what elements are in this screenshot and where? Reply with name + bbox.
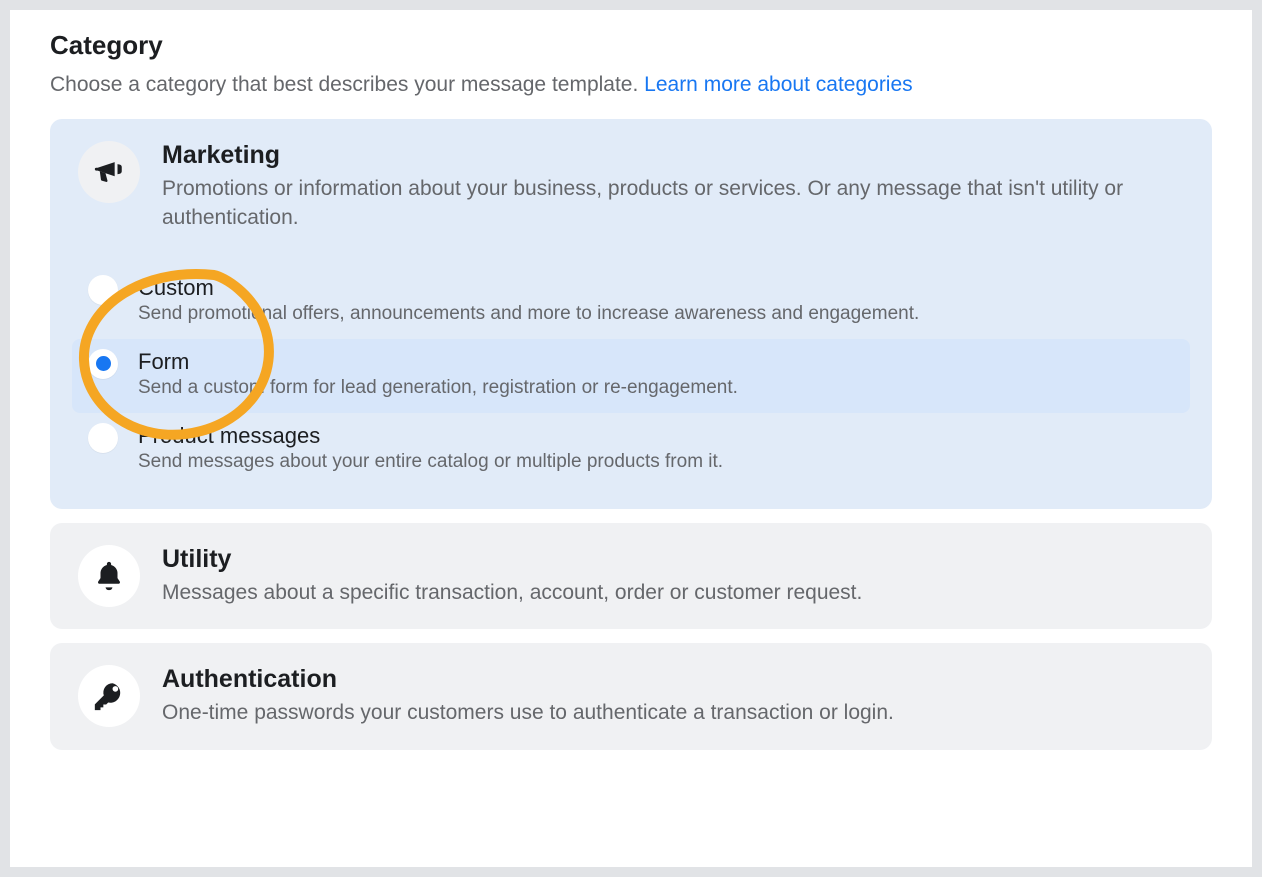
radio-option-form[interactable]: Form Send a custom form for lead generat… bbox=[72, 339, 1190, 413]
radio-desc: Send messages about your entire catalog … bbox=[138, 451, 1184, 473]
category-card-marketing[interactable]: Marketing Promotions or information abou… bbox=[50, 119, 1212, 509]
category-panel: Category Choose a category that best des… bbox=[10, 10, 1252, 867]
section-title: Category bbox=[50, 30, 1212, 61]
radio-text: Product messages Send messages about you… bbox=[138, 423, 1184, 473]
card-header: Authentication One-time passwords your c… bbox=[78, 665, 1184, 727]
card-text: Marketing Promotions or information abou… bbox=[162, 141, 1184, 233]
marketing-desc: Promotions or information about your bus… bbox=[162, 174, 1184, 233]
section-subtitle: Choose a category that best describes yo… bbox=[50, 73, 1212, 97]
radio-label: Form bbox=[138, 349, 1184, 375]
category-card-authentication[interactable]: Authentication One-time passwords your c… bbox=[50, 643, 1212, 749]
marketing-title: Marketing bbox=[162, 141, 1184, 170]
radio-label: Custom bbox=[138, 275, 1184, 301]
card-header: Marketing Promotions or information abou… bbox=[78, 141, 1184, 233]
marketing-options: Custom Send promotional offers, announce… bbox=[78, 265, 1184, 487]
radio-option-custom[interactable]: Custom Send promotional offers, announce… bbox=[78, 265, 1184, 339]
authentication-desc: One-time passwords your customers use to… bbox=[162, 698, 1184, 727]
megaphone-icon bbox=[78, 141, 140, 203]
radio-desc: Send promotional offers, announcements a… bbox=[138, 303, 1184, 325]
card-text: Authentication One-time passwords your c… bbox=[162, 665, 1184, 727]
radio-button[interactable] bbox=[88, 423, 118, 453]
category-card-utility[interactable]: Utility Messages about a specific transa… bbox=[50, 523, 1212, 629]
radio-button[interactable] bbox=[88, 349, 118, 379]
radio-text: Custom Send promotional offers, announce… bbox=[138, 275, 1184, 325]
subtitle-text: Choose a category that best describes yo… bbox=[50, 73, 644, 96]
bell-icon bbox=[78, 545, 140, 607]
learn-more-link[interactable]: Learn more about categories bbox=[644, 73, 913, 96]
key-icon bbox=[78, 665, 140, 727]
card-text: Utility Messages about a specific transa… bbox=[162, 545, 1184, 607]
radio-text: Form Send a custom form for lead generat… bbox=[138, 349, 1184, 399]
radio-label: Product messages bbox=[138, 423, 1184, 449]
authentication-title: Authentication bbox=[162, 665, 1184, 694]
radio-option-product-messages[interactable]: Product messages Send messages about you… bbox=[78, 413, 1184, 487]
utility-title: Utility bbox=[162, 545, 1184, 574]
radio-desc: Send a custom form for lead generation, … bbox=[138, 377, 1184, 399]
radio-button[interactable] bbox=[88, 275, 118, 305]
card-header: Utility Messages about a specific transa… bbox=[78, 545, 1184, 607]
utility-desc: Messages about a specific transaction, a… bbox=[162, 578, 1184, 607]
